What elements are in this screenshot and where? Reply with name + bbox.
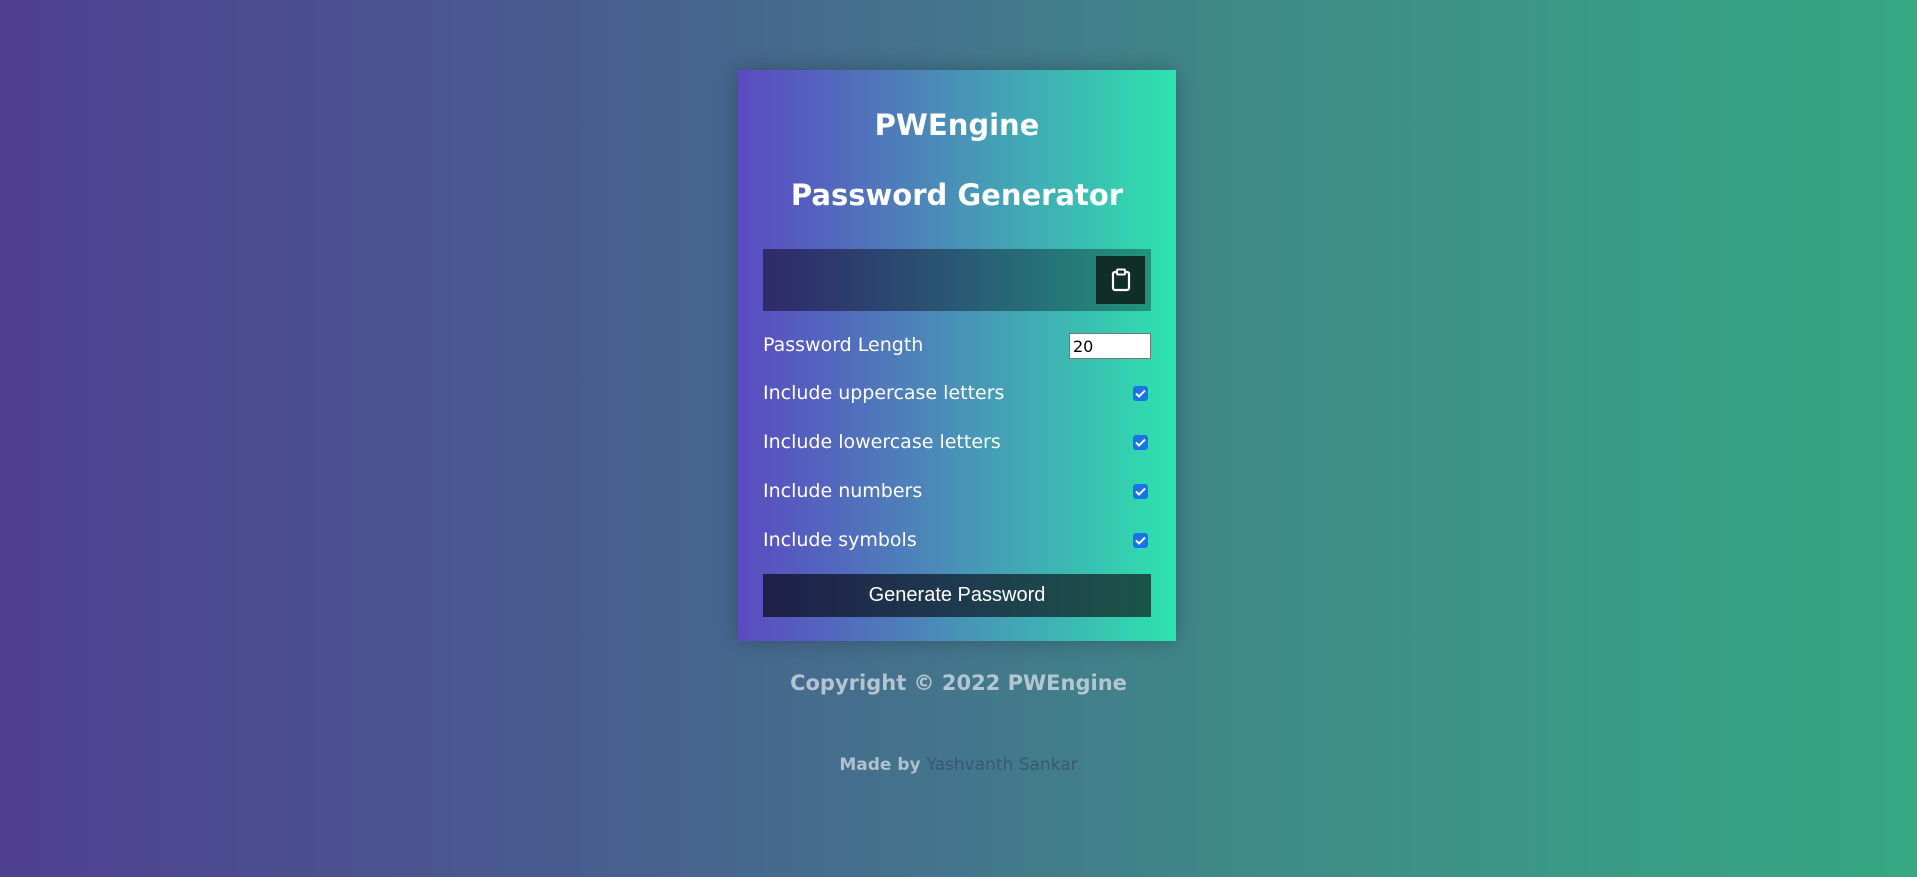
app-title: PWEngine [874, 108, 1040, 142]
made-by-credit: Made by Yashvanth Sankar [0, 755, 1917, 775]
numbers-label: Include numbers [763, 480, 923, 502]
password-generator-card: PWEngine Password Generator Password Len… [738, 70, 1176, 641]
numbers-setting-row: Include numbers [763, 478, 1151, 506]
uppercase-checkbox[interactable] [1133, 386, 1148, 401]
checkmark-icon [1135, 438, 1146, 447]
checkmark-icon [1135, 389, 1146, 398]
symbols-setting-row: Include symbols [763, 527, 1151, 555]
length-label: Password Length [763, 334, 924, 356]
password-result-box [763, 249, 1151, 311]
author-link[interactable]: Yashvanth Sankar [927, 755, 1078, 775]
copy-to-clipboard-button[interactable] [1096, 256, 1145, 304]
symbols-label: Include symbols [763, 529, 917, 551]
copyright-text: Copyright © 2022 PWEngine [790, 671, 1127, 695]
uppercase-setting-row: Include uppercase letters [763, 380, 1151, 408]
uppercase-label: Include uppercase letters [763, 382, 1005, 404]
symbols-checkbox[interactable] [1133, 533, 1148, 548]
app-subtitle: Password Generator [790, 178, 1124, 212]
lowercase-checkbox[interactable] [1133, 435, 1148, 450]
length-setting-row: Password Length [763, 332, 1151, 360]
generate-password-button[interactable]: Generate Password [763, 574, 1151, 617]
checkmark-icon [1135, 536, 1146, 545]
password-length-input[interactable] [1069, 333, 1151, 359]
lowercase-setting-row: Include lowercase letters [763, 429, 1151, 457]
made-by-prefix: Made by [839, 755, 921, 775]
lowercase-label: Include lowercase letters [763, 431, 1001, 453]
checkmark-icon [1135, 487, 1146, 496]
clipboard-icon [1111, 268, 1130, 292]
numbers-checkbox[interactable] [1133, 484, 1148, 499]
